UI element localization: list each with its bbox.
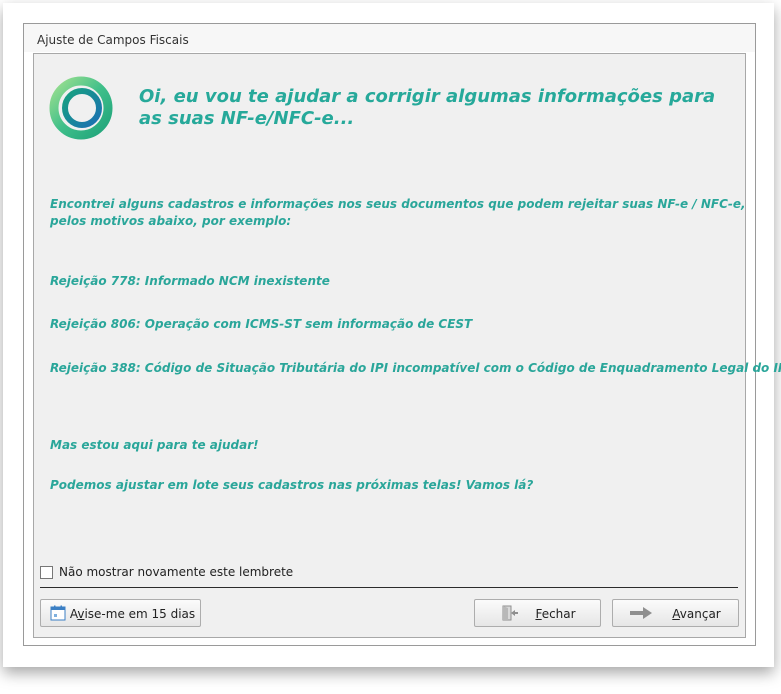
remind-button-label: Avise-me em 15 dias xyxy=(69,607,196,621)
intro-line-1: Encontrei alguns cadastros e informações… xyxy=(50,197,746,211)
next-button-label: Avançar xyxy=(672,607,721,621)
closing-line-1: Mas estou aqui para te ajudar! xyxy=(50,438,259,452)
ring-logo-icon xyxy=(49,76,113,140)
next-button[interactable]: Avançar xyxy=(612,599,739,627)
dont-show-again-option[interactable]: Não mostrar novamente este lembrete xyxy=(40,564,293,580)
rejection-806: Rejeição 806: Operação com ICMS-ST sem i… xyxy=(50,317,473,331)
title-bar[interactable]: Ajuste de Campos Fiscais xyxy=(24,24,755,52)
dont-show-again-label[interactable]: Não mostrar novamente este lembrete xyxy=(59,565,293,579)
closing-line-2: Podemos ajustar em lote seus cadastros n… xyxy=(50,478,534,492)
rejection-778: Rejeição 778: Informado NCM inexistente xyxy=(50,274,330,288)
dialog-window: Ajuste de Campos Fiscais Oi, eu vou te a… xyxy=(23,23,781,646)
intro-line-2: pelos motivos abaixo, por exemplo: xyxy=(50,214,292,228)
arrow-right-icon xyxy=(630,607,652,619)
dialog-content: Oi, eu vou te ajudar a corrigir algumas … xyxy=(33,53,781,638)
rejection-388: Rejeição 388: Código de Situação Tributá… xyxy=(50,361,781,375)
window-title: Ajuste de Campos Fiscais xyxy=(37,33,189,47)
headline-text: Oi, eu vou te ajudar a corrigir algumas … xyxy=(139,86,716,129)
footer-separator xyxy=(40,587,738,588)
close-button[interactable]: Fechar xyxy=(474,599,601,627)
close-button-label: Fechar xyxy=(535,607,576,621)
remind-in-15-days-button[interactable]: Avise-me em 15 dias xyxy=(40,599,201,627)
dont-show-again-checkbox[interactable] xyxy=(40,565,53,579)
